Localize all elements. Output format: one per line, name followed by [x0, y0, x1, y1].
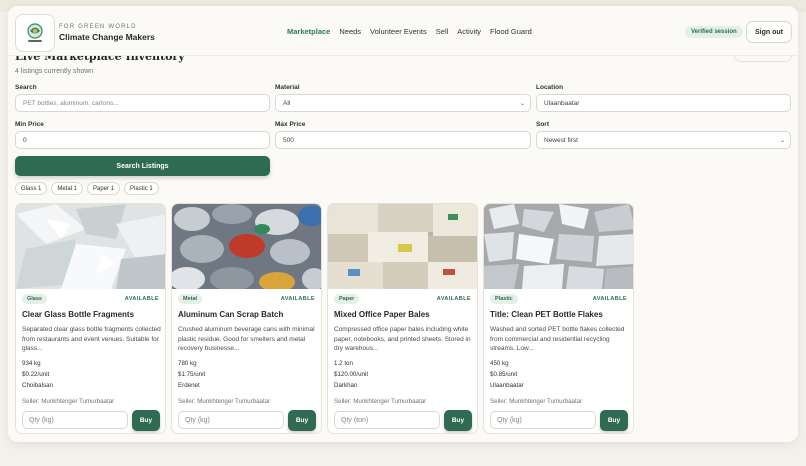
chip-glass[interactable]: Glass 1	[15, 182, 48, 195]
material-tag: Metal	[178, 294, 203, 304]
aluminum-cans-photo	[172, 204, 321, 289]
nav-sell[interactable]: Sell	[436, 27, 449, 36]
material-label: Material	[275, 84, 300, 91]
chip-plastic[interactable]: Plastic 1	[124, 182, 159, 195]
buy-button[interactable]: Buy	[444, 410, 472, 431]
listing-price: $0.22/unit	[22, 371, 50, 378]
chevron-down-icon: ⌄	[519, 101, 525, 107]
search-listings-button[interactable]: Search Listings	[15, 156, 270, 176]
listing-quantity: 1.2 ton	[334, 360, 353, 367]
location-input[interactable]: Ulaanbaatar	[536, 94, 791, 112]
pet-flakes-photo	[484, 204, 633, 289]
listing-card[interactable]: Paper AVAILABLE Mixed Office Paper Bales…	[327, 203, 478, 434]
verified-session-badge: Verified session	[685, 26, 743, 38]
quantity-input[interactable]: Qty (ton)	[334, 411, 440, 429]
listing-description: Separated clear glass bottle fragments c…	[22, 326, 161, 352]
listing-seller: Seller: Munkhtenger Tumurbaatar	[490, 398, 583, 405]
min-price-label: Min Price	[15, 121, 44, 128]
quantity-input[interactable]: Qty (kg)	[490, 411, 596, 429]
nav-needs[interactable]: Needs	[339, 27, 361, 36]
sign-out-button[interactable]: Sign out	[746, 21, 792, 43]
material-chips: Glass 1 Metal 1 Paper 1 Plastic 1	[15, 182, 159, 195]
listing-quantity: 780 kg	[178, 360, 197, 367]
max-price-input[interactable]: 500	[275, 131, 531, 149]
material-tag: Plastic	[490, 294, 518, 304]
status-badge: AVAILABLE	[124, 296, 159, 302]
top-header: FOR GREEN WORLD Climate Change Makers Ma…	[8, 6, 798, 56]
status-badge: AVAILABLE	[436, 296, 471, 302]
material-tag: Glass	[22, 294, 47, 304]
listing-quantity: 450 kg	[490, 360, 509, 367]
listing-seller: Seller: Munkhtenger Tumurbaatar	[334, 398, 427, 405]
main-nav: Marketplace Needs Volunteer Events Sell …	[287, 27, 532, 36]
listing-title[interactable]: Mixed Office Paper Bales	[334, 310, 430, 319]
sort-select[interactable]: Newest first ⌄	[536, 131, 791, 149]
glass-photo	[16, 204, 165, 289]
material-select[interactable]: All ⌄	[275, 94, 531, 112]
listing-description: Crushed aluminum beverage cans with mini…	[178, 326, 315, 352]
quantity-input[interactable]: Qty (kg)	[178, 411, 284, 429]
listing-title[interactable]: Aluminum Can Scrap Batch	[178, 310, 283, 319]
chip-metal[interactable]: Metal 1	[51, 182, 84, 195]
buy-button[interactable]: Buy	[600, 410, 628, 431]
listing-title[interactable]: Title: Clean PET Bottle Flakes	[490, 310, 603, 319]
search-input[interactable]: PET bottles, aluminum, cartons...	[15, 94, 270, 112]
listing-seller: Seller: Munkhtenger Tumurbaatar	[22, 398, 115, 405]
quantity-input[interactable]: Qty (kg)	[22, 411, 128, 429]
listing-quantity: 934 kg	[22, 360, 41, 367]
sort-label: Sort	[536, 121, 549, 128]
listing-description: Washed and sorted PET bottle flakes coll…	[490, 326, 625, 352]
listing-title[interactable]: Clear Glass Bottle Fragments	[22, 310, 134, 319]
chevron-down-icon: ⌄	[779, 138, 785, 144]
location-label: Location	[536, 84, 564, 91]
listing-card[interactable]: Glass AVAILABLE Clear Glass Bottle Fragm…	[15, 203, 166, 434]
org-subtitle: FOR GREEN WORLD	[59, 24, 137, 30]
nav-flood-guard[interactable]: Flood Guard	[490, 27, 532, 36]
listing-price: $120.00/unit	[334, 371, 369, 378]
listing-location: Ulaanbaatar	[490, 382, 524, 389]
search-label: Search	[15, 84, 37, 91]
buy-button[interactable]: Buy	[288, 410, 316, 431]
nav-marketplace[interactable]: Marketplace	[287, 27, 330, 36]
paper-bales-photo	[328, 204, 477, 289]
listing-seller: Seller: Munkhtenger Tumurbaatar	[178, 398, 271, 405]
max-price-label: Max Price	[275, 121, 306, 128]
buy-button[interactable]: Buy	[132, 410, 160, 431]
org-title: Climate Change Makers	[59, 32, 155, 42]
status-badge: AVAILABLE	[592, 296, 627, 302]
listing-count: 4 listings currently shown	[15, 68, 94, 75]
min-price-input[interactable]: 0	[15, 131, 270, 149]
listing-card[interactable]: Plastic AVAILABLE Title: Clean PET Bottl…	[483, 203, 634, 434]
listing-location: Darkhan	[334, 382, 358, 389]
material-tag: Paper	[334, 294, 360, 304]
nav-activity[interactable]: Activity	[457, 27, 481, 36]
listing-location: Erdenet	[178, 382, 200, 389]
listing-description: Compressed office paper bales including …	[334, 326, 471, 352]
status-badge: AVAILABLE	[280, 296, 315, 302]
chip-paper[interactable]: Paper 1	[87, 182, 121, 195]
listing-price: $1.75/unit	[178, 371, 206, 378]
listing-card[interactable]: Metal AVAILABLE Aluminum Can Scrap Batch…	[171, 203, 322, 434]
marketplace-page: FOR GREEN WORLD Climate Change Makers Ma…	[8, 6, 798, 442]
logo[interactable]	[15, 14, 55, 52]
material-value: All	[283, 99, 291, 107]
listing-price: $0.85/unit	[490, 371, 518, 378]
globe-leaf-icon	[27, 23, 43, 42]
nav-volunteer-events[interactable]: Volunteer Events	[370, 27, 427, 36]
sort-value: Newest first	[544, 136, 578, 144]
listing-location: Choibalsan	[22, 382, 53, 389]
